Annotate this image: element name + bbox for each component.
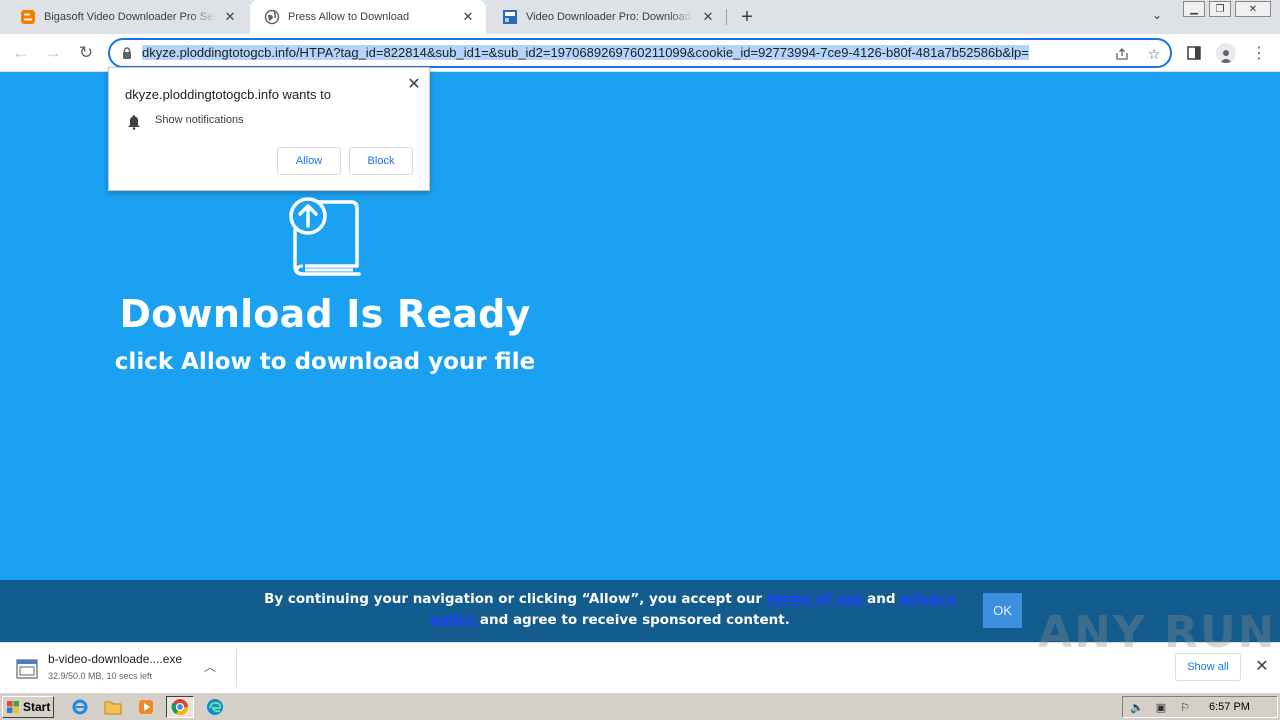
terms-of-use-link[interactable]: terms of use [767,591,867,607]
share-icon[interactable] [1112,44,1132,64]
site-icon [502,9,518,25]
anyrun-watermark: ANY RUN [1038,607,1277,658]
tab-strip: Bigasoft Video Downloader Pro Serial ✕ P… [0,0,1280,34]
network-icon[interactable]: ▣ [1153,700,1169,714]
kebab-menu-icon[interactable]: ⋮ [1248,42,1270,64]
windows-logo-icon [7,701,19,713]
close-icon[interactable]: ✕ [460,9,476,25]
tab-title: Press Allow to Download [288,11,410,23]
tab-title: Bigasoft Video Downloader Pro Serial [44,11,216,23]
close-icon[interactable]: ✕ [405,75,423,93]
bell-icon [128,115,140,130]
page-headline: Download Is Ready [119,292,531,336]
consent-text: By continuing your navigation or clickin… [250,589,970,631]
window-close-icon[interactable]: ✕ [1235,1,1271,17]
url-selection: dkyze.ploddingtotogcb.info/HTPA?tag_id=8… [142,45,1029,60]
file-explorer-icon[interactable] [102,697,124,717]
lock-icon[interactable] [120,46,134,60]
chevron-down-icon[interactable]: ⌄ [1152,8,1162,22]
forward-arrow-icon[interactable]: → [42,42,64,64]
permission-label: Show notifications [155,114,244,126]
internet-explorer-icon[interactable] [69,697,91,717]
back-arrow-icon[interactable]: ← [10,42,32,64]
upload-book-icon [289,197,361,276]
tab-bigasoft[interactable]: Bigasoft Video Downloader Pro Serial ✕ [6,0,248,34]
close-icon[interactable]: ✕ [700,9,716,25]
profile-avatar-icon[interactable] [1215,42,1237,64]
edge-icon[interactable] [204,697,226,717]
page-subheadline: click Allow to download your file [114,349,536,375]
new-tab-button[interactable]: + [736,6,758,28]
action-center-flag-icon[interactable]: ⚐ [1177,700,1193,714]
bookmark-star-icon[interactable]: ☆ [1144,44,1164,64]
tab-divider [726,9,727,25]
show-all-button[interactable]: Show all [1175,653,1241,681]
tab-title: Video Downloader Pro: Download and [526,11,694,23]
download-shelf: ANY RUN b-video-downloade....exe 32.9/50… [0,607,1280,692]
close-icon[interactable]: ✕ [222,9,238,25]
block-button[interactable]: Block [349,147,413,175]
download-filename[interactable]: b-video-downloade....exe [48,652,182,666]
start-button[interactable]: Start [2,696,54,718]
exe-file-icon[interactable] [16,659,38,679]
system-tray: 🔈 ▣ ⚐ 6:57 PM [1122,696,1278,718]
globe-icon [264,9,280,25]
start-label: Start [23,700,51,714]
restore-icon[interactable]: ❐ [1209,1,1231,17]
close-icon[interactable]: ✕ [1253,657,1271,675]
windows-taskbar: Start 🔈 ▣ ⚐ 6:57 PM [0,692,1280,720]
consent-text-before: By continuing your navigation or clickin… [264,591,767,607]
consent-text-after: and agree to receive sponsored content. [479,612,790,628]
address-bar[interactable]: dkyze.ploddingtotogcb.info/HTPA?tag_id=8… [108,38,1172,68]
blogger-icon [20,9,36,25]
volume-icon[interactable]: 🔈 [1129,700,1145,714]
consent-and-text: and [867,591,901,607]
minimize-icon[interactable]: ▁ [1183,1,1205,17]
reload-icon[interactable]: ↻ [75,42,97,64]
tab-video-downloader[interactable]: Video Downloader Pro: Download and ✕ [488,0,726,34]
side-panel-icon[interactable] [1183,42,1205,64]
allow-button[interactable]: Allow [277,147,341,175]
download-status: 32.9/50.0 MB, 10 secs left [48,671,153,681]
notification-permission-popup: dkyze.ploddingtotogcb.info wants to ✕ Sh… [108,67,430,191]
shelf-divider [236,649,237,687]
chrome-icon[interactable] [166,696,194,718]
consent-ok-button[interactable]: OK [983,593,1022,628]
url-text[interactable]: dkyze.ploddingtotogcb.info/HTPA?tag_id=8… [142,45,1106,62]
clock[interactable]: 6:57 PM [1209,701,1250,713]
tab-press-allow[interactable]: Press Allow to Download ✕ [250,0,486,34]
chevron-up-icon[interactable]: ︿ [204,658,216,675]
media-player-icon[interactable] [135,697,157,717]
permission-origin-text: dkyze.ploddingtotogcb.info wants to [125,87,331,102]
